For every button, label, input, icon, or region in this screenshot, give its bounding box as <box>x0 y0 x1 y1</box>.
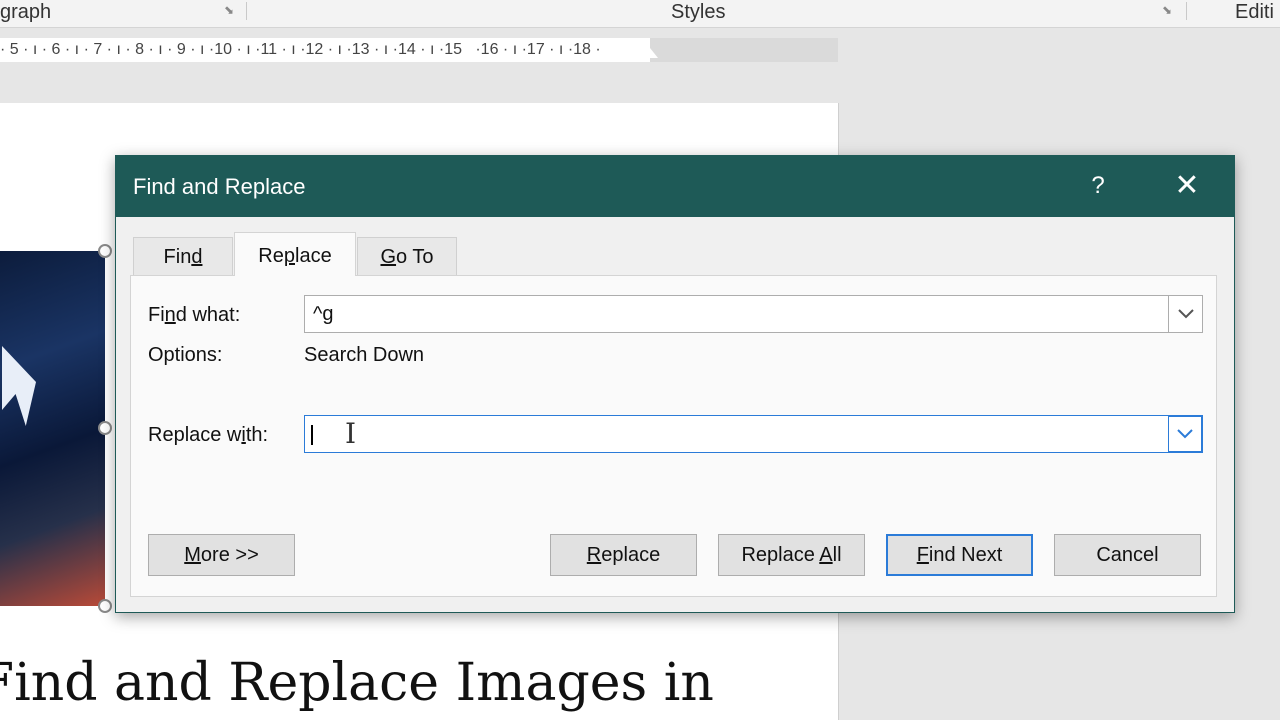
replace-with-combobox[interactable]: I <box>304 415 1203 453</box>
resize-handle-top-right[interactable] <box>98 244 112 258</box>
right-indent-marker-icon[interactable] <box>642 48 658 58</box>
cancel-button[interactable]: Cancel <box>1054 534 1201 576</box>
options-value: Search Down <box>304 344 425 366</box>
ruler-margin-region <box>650 38 838 62</box>
tab-go-to[interactable]: Go To <box>357 237 457 275</box>
tab-replace-label-rest: lace <box>295 245 332 267</box>
selected-image[interactable] <box>0 251 105 606</box>
tab-find[interactable]: Find <box>133 237 233 275</box>
replace-with-label: Replace with: <box>148 424 269 446</box>
ribbon-separator <box>1186 2 1187 20</box>
find-what-combobox[interactable]: ^g <box>304 295 1203 333</box>
ribbon-group-styles-label: Styles <box>671 1 726 23</box>
resize-handle-right[interactable] <box>98 421 112 435</box>
chevron-down-icon[interactable] <box>1168 296 1202 332</box>
replace-all-button[interactable]: Replace All <box>718 534 865 576</box>
close-icon[interactable]: ✕ <box>1168 167 1206 205</box>
chevron-down-icon[interactable] <box>1168 416 1202 452</box>
find-next-button[interactable]: Find Next <box>886 534 1033 576</box>
tab-replace[interactable]: Replace <box>234 232 356 276</box>
options-label: Options: <box>148 344 223 366</box>
tab-replace-label: Re <box>258 245 284 267</box>
find-what-label: Find what: <box>148 304 241 326</box>
find-replace-dialog: Find and Replace ? ✕ Find Replace Go To … <box>115 155 1235 613</box>
ibeam-cursor-icon: I <box>345 417 357 450</box>
tab-replace-accesskey: p <box>283 245 295 267</box>
ribbon-group-editing-label: Editi <box>1235 1 1274 23</box>
ruler-marks: · 5 · ı · 6 · ı · 7 · ı · 8 · ı · 9 · ı … <box>0 41 601 58</box>
find-what-input[interactable]: ^g <box>313 296 334 332</box>
tab-find-label: Fin <box>163 246 192 268</box>
horizontal-ruler[interactable]: · 5 · ı · 6 · ı · 7 · ı · 8 · ı · 9 · ı … <box>0 38 838 62</box>
styles-dialog-launcher-icon[interactable]: ⬊ <box>1162 4 1174 16</box>
resize-handle-bottom-right[interactable] <box>98 599 112 613</box>
tab-goto-label: o To <box>396 246 434 268</box>
tab-find-accesskey: d <box>191 246 203 268</box>
image-content <box>2 346 36 426</box>
ribbon-group-paragraph-label: graph <box>0 1 52 23</box>
tab-goto-accesskey: G <box>380 246 397 268</box>
help-button[interactable]: ? <box>1080 168 1116 204</box>
text-caret <box>311 425 313 445</box>
ribbon: graph ⬊ Styles ⬊ Editi <box>0 0 1280 28</box>
dialog-title: Find and Replace <box>133 174 306 199</box>
more-button[interactable]: More >> <box>148 534 295 576</box>
document-heading: Find and Replace Images in <box>0 653 714 713</box>
ribbon-separator <box>246 2 247 20</box>
replace-button[interactable]: Replace <box>550 534 697 576</box>
paragraph-dialog-launcher-icon[interactable]: ⬊ <box>224 4 236 16</box>
dialog-titlebar[interactable]: Find and Replace ? ✕ <box>116 156 1234 217</box>
